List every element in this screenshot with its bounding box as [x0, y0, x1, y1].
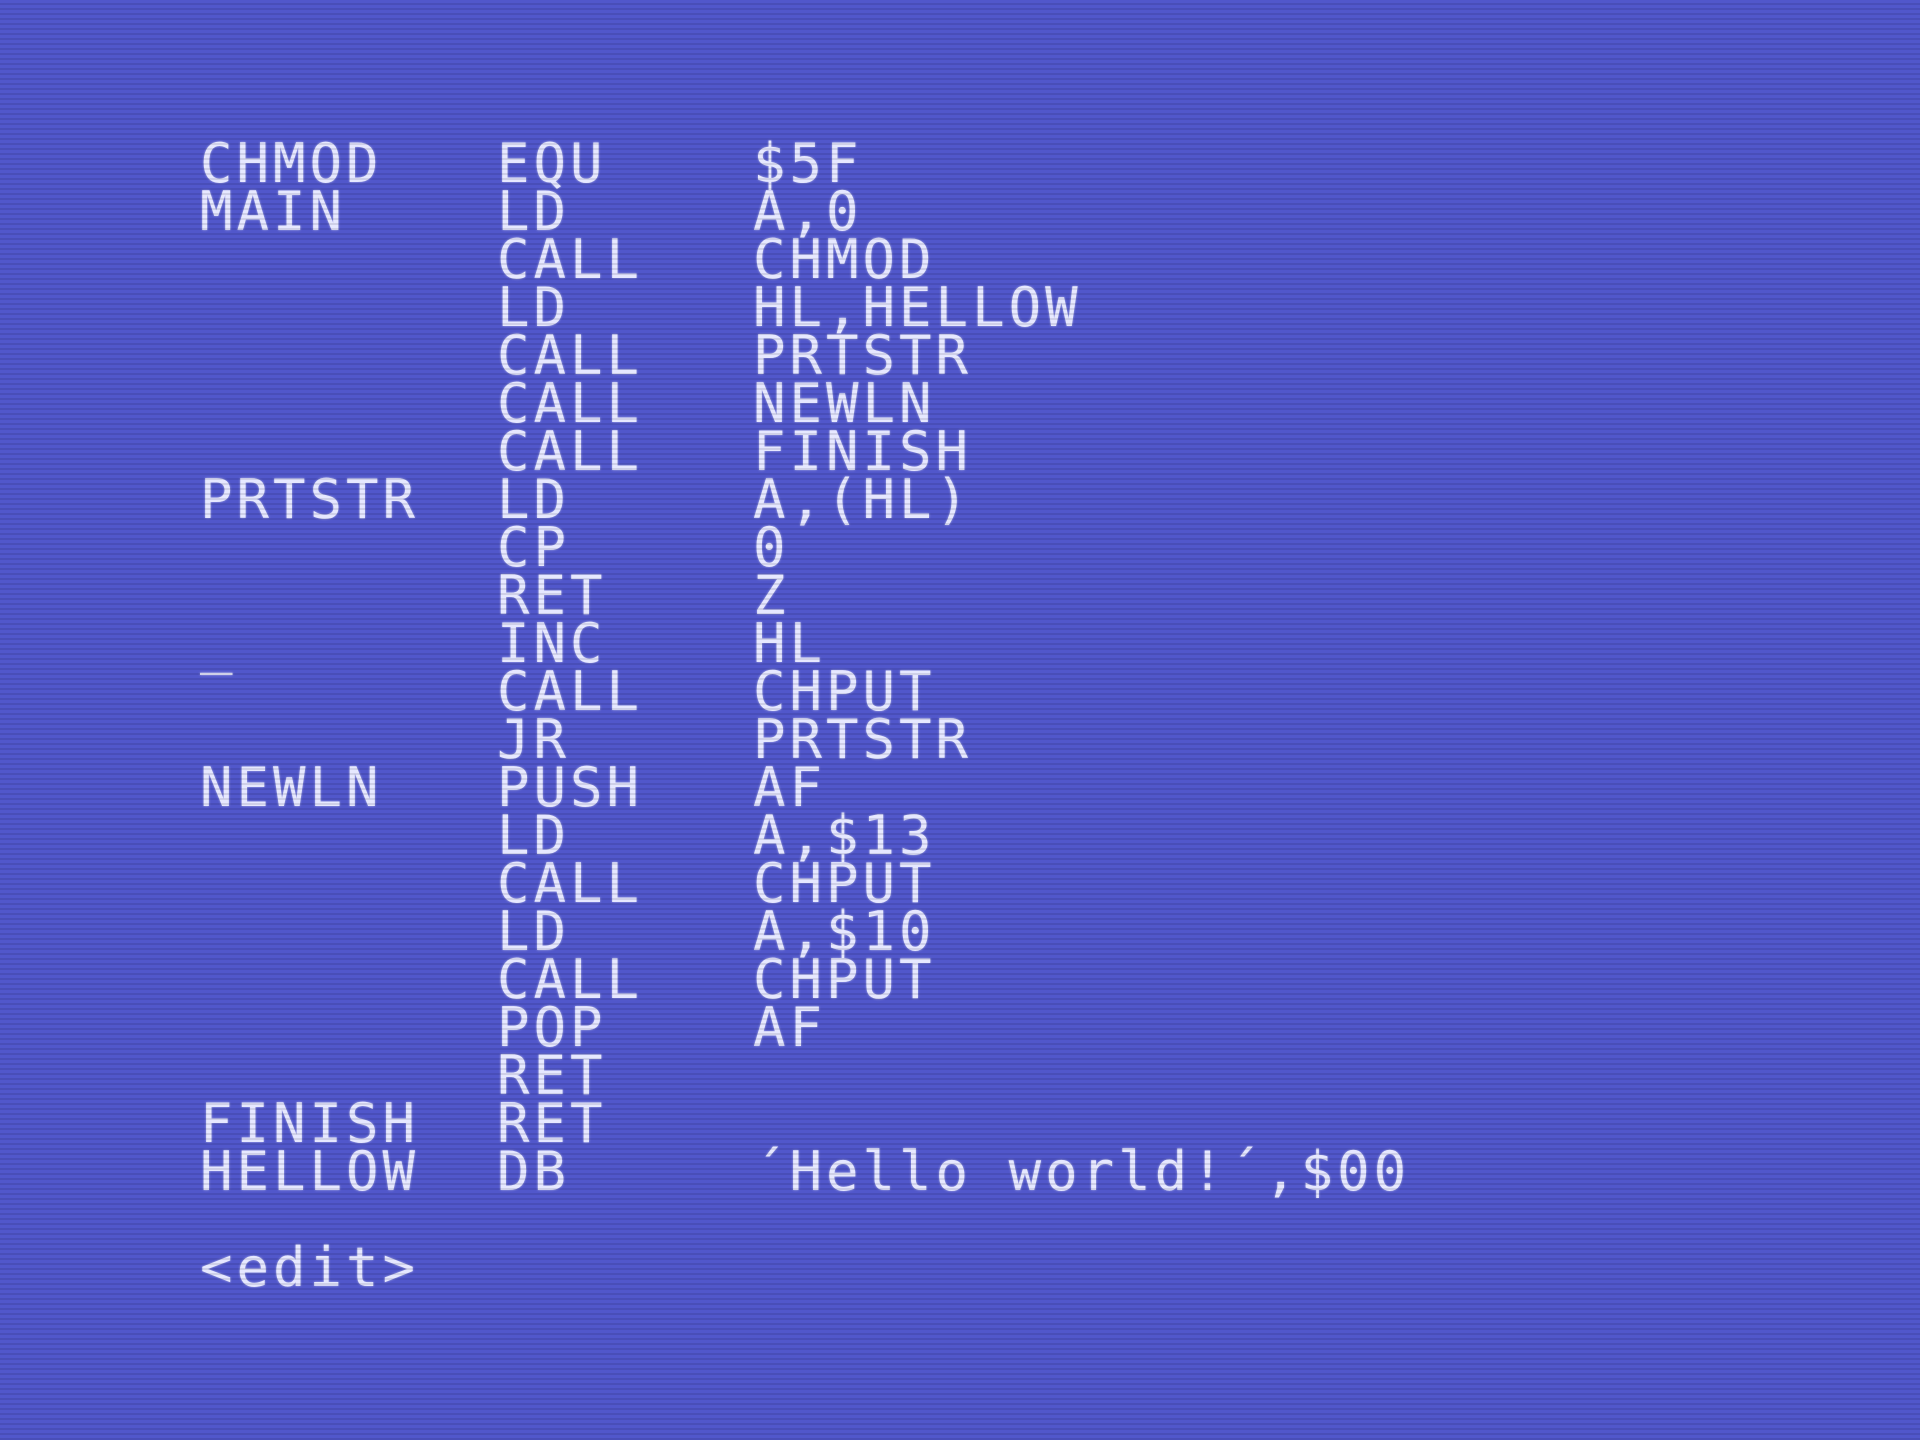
msx-assembler-screen[interactable]: CHMOD EQU $5F MAIN LD A,0 CALL CHMOD LD HL,HELLOW…: [0, 0, 1920, 1440]
code-label: HELLOW: [200, 1140, 420, 1203]
code-operand: AF: [753, 996, 827, 1059]
code-label: PRTSTR: [200, 468, 420, 531]
code-mnemonic: DB: [497, 1140, 571, 1203]
code-label: NEWLN: [200, 756, 383, 819]
code-label: _: [200, 612, 237, 675]
editor-mode-indicator: <edit>: [200, 1236, 420, 1299]
code-operand: ´Hello world!´,$00: [753, 1140, 1411, 1203]
code-label: MAIN: [200, 180, 347, 243]
